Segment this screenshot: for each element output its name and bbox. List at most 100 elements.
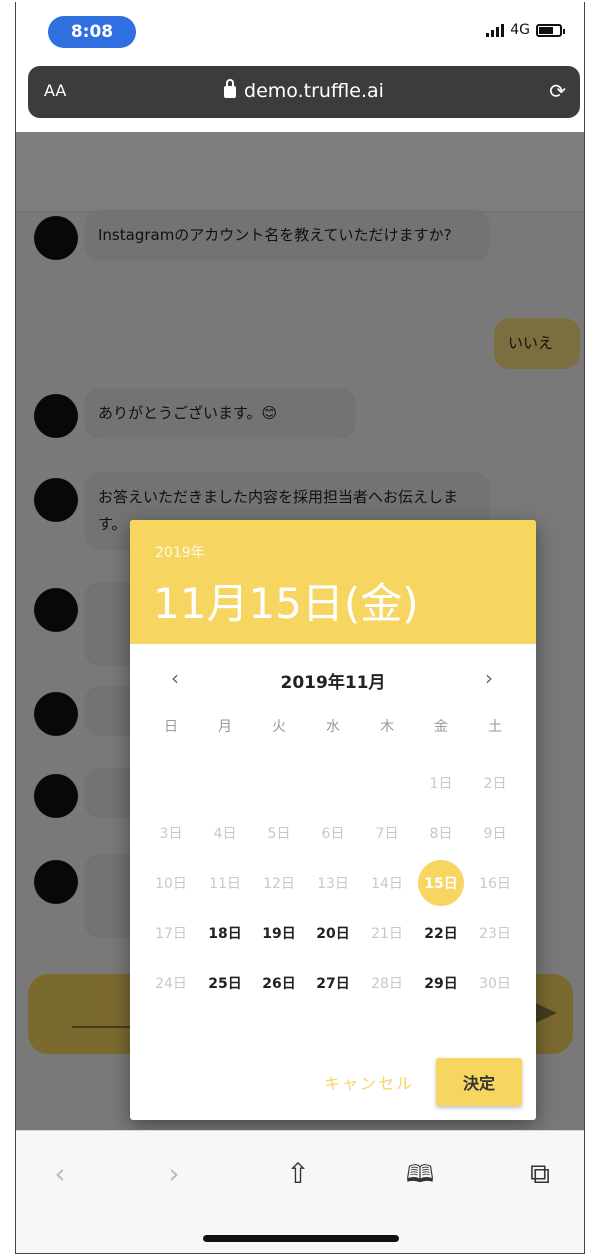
home-indicator [203, 1235, 399, 1242]
calendar-day-label: 20日 [316, 926, 350, 942]
url-display[interactable]: demo.truffle.ai [28, 79, 580, 102]
calendar-day-label: 14日 [371, 876, 403, 892]
calendar-day: 28日 [360, 958, 414, 1008]
phone-frame: 8:08 4G AA demo.truffle.ai ⟳ Instagramのア… [15, 2, 585, 1254]
calendar-day-label: 1日 [429, 776, 453, 792]
calendar-day[interactable]: 26日 [252, 958, 306, 1008]
calendar-day: 11日 [198, 858, 252, 908]
calendar-day[interactable]: 25日 [198, 958, 252, 1008]
status-time: 8:08 [48, 16, 136, 48]
calendar-day: 13日 [306, 858, 360, 908]
calendar-day: 30日 [468, 958, 522, 1008]
calendar-day-label: 26日 [262, 976, 296, 992]
reload-icon[interactable]: ⟳ [549, 79, 566, 103]
calendar-day: 24日 [144, 958, 198, 1008]
calendar-day-label: 12日 [263, 876, 295, 892]
forward-icon[interactable]: › [154, 1157, 194, 1190]
calendar-empty-cell [198, 758, 252, 808]
browser-toolbar: ‹ › ⇧ 🕮 ⧉ [16, 1130, 584, 1253]
calendar-day-label: 3日 [159, 826, 183, 842]
weekday-label: 月 [218, 719, 232, 735]
calendar-day-label: 25日 [208, 976, 242, 992]
tabs-icon[interactable]: ⧉ [520, 1157, 560, 1191]
next-month-icon[interactable]: › [474, 666, 504, 690]
calendar-day: 16日 [468, 858, 522, 908]
calendar-day-label: 18日 [208, 926, 242, 942]
calendar-day-label: 24日 [155, 976, 187, 992]
network-label: 4G [510, 22, 530, 38]
weekday-label: 土 [488, 719, 502, 735]
calendar-day[interactable]: 27日 [306, 958, 360, 1008]
calendar-day-label: 7日 [375, 826, 399, 842]
calendar-day: 9日 [468, 808, 522, 858]
calendar-day[interactable]: 19日 [252, 908, 306, 958]
selected-date: 11月15日(金) [153, 579, 419, 628]
calendar-empty-cell [360, 758, 414, 808]
calendar-day[interactable]: 18日 [198, 908, 252, 958]
calendar-day: 2日 [468, 758, 522, 808]
calendar-day-label: 9日 [483, 826, 507, 842]
signal-icon [486, 23, 505, 37]
calendar-day-label: 13日 [317, 876, 349, 892]
share-icon[interactable]: ⇧ [278, 1157, 318, 1190]
calendar-day: 12日 [252, 858, 306, 908]
weekday-label: 木 [380, 719, 394, 735]
calendar-day: 14日 [360, 858, 414, 908]
weekday-label: 日 [164, 719, 178, 735]
calendar-grid: 1日 2日 3日 4日 5日 6日 7日 8日 9日 10日 11日 12日 13日 14日 15日 16日 1… [144, 758, 522, 1008]
calendar-day: 23日 [468, 908, 522, 958]
calendar-day: 5日 [252, 808, 306, 858]
battery-icon [536, 23, 565, 37]
calendar-day: 7日 [360, 808, 414, 858]
calendar-day-label: 19日 [262, 926, 296, 942]
date-picker-dialog: 2019年 11月15日(金) ‹ 2019年11月 › 日 月 火 水 木 金… [130, 520, 536, 1120]
dialog-actions: キャンセル 決定 [324, 1058, 522, 1106]
cancel-button[interactable]: キャンセル [324, 1070, 414, 1094]
status-indicators: 4G [486, 22, 565, 38]
calendar-day: 6日 [306, 808, 360, 858]
calendar-day-label: 15日 [418, 860, 464, 906]
calendar-day[interactable]: 20日 [306, 908, 360, 958]
calendar-day-label: 6日 [321, 826, 345, 842]
date-picker-header: 2019年 11月15日(金) [130, 520, 536, 644]
calendar-day-label: 10日 [155, 876, 187, 892]
calendar-day-label: 4日 [213, 826, 237, 842]
calendar-day-label: 27日 [316, 976, 350, 992]
lock-icon [224, 79, 237, 98]
calendar-day-label: 30日 [479, 976, 511, 992]
calendar-day-label: 16日 [479, 876, 511, 892]
selected-year[interactable]: 2019年 [155, 542, 205, 562]
calendar-day-label: 2日 [483, 776, 507, 792]
calendar-day: 4日 [198, 808, 252, 858]
calendar-day: 21日 [360, 908, 414, 958]
calendar-day: 8日 [414, 808, 468, 858]
weekday-header: 日 月 火 水 木 金 土 [144, 716, 522, 736]
calendar-day-label: 21日 [371, 926, 403, 942]
calendar-day[interactable]: 22日 [414, 908, 468, 958]
calendar-day: 17日 [144, 908, 198, 958]
weekday-label: 金 [434, 719, 448, 735]
calendar-day: 1日 [414, 758, 468, 808]
url-text: demo.truffle.ai [244, 80, 384, 102]
calendar-day-label: 22日 [424, 926, 458, 942]
calendar-day-label: 28日 [371, 976, 403, 992]
weekday-label: 水 [326, 719, 340, 735]
calendar-empty-cell [306, 758, 360, 808]
weekday-label: 火 [272, 719, 286, 735]
calendar-day-label: 8日 [429, 826, 453, 842]
calendar-day[interactable]: 29日 [414, 958, 468, 1008]
calendar-day-label: 29日 [424, 976, 458, 992]
calendar-day-label: 17日 [155, 926, 187, 942]
calendar-day-label: 11日 [209, 876, 241, 892]
calendar-empty-cell [252, 758, 306, 808]
calendar-day-label: 23日 [479, 926, 511, 942]
back-icon[interactable]: ‹ [40, 1157, 80, 1190]
status-bar: 8:08 4G [16, 2, 584, 62]
address-bar[interactable]: AA demo.truffle.ai ⟳ [28, 66, 580, 118]
calendar-day-label: 5日 [267, 826, 291, 842]
confirm-button[interactable]: 決定 [436, 1058, 522, 1106]
calendar-day: 10日 [144, 858, 198, 908]
calendar-empty-cell [144, 758, 198, 808]
calendar-day[interactable]: 15日 [414, 858, 468, 908]
bookmarks-icon[interactable]: 🕮 [400, 1157, 440, 1198]
